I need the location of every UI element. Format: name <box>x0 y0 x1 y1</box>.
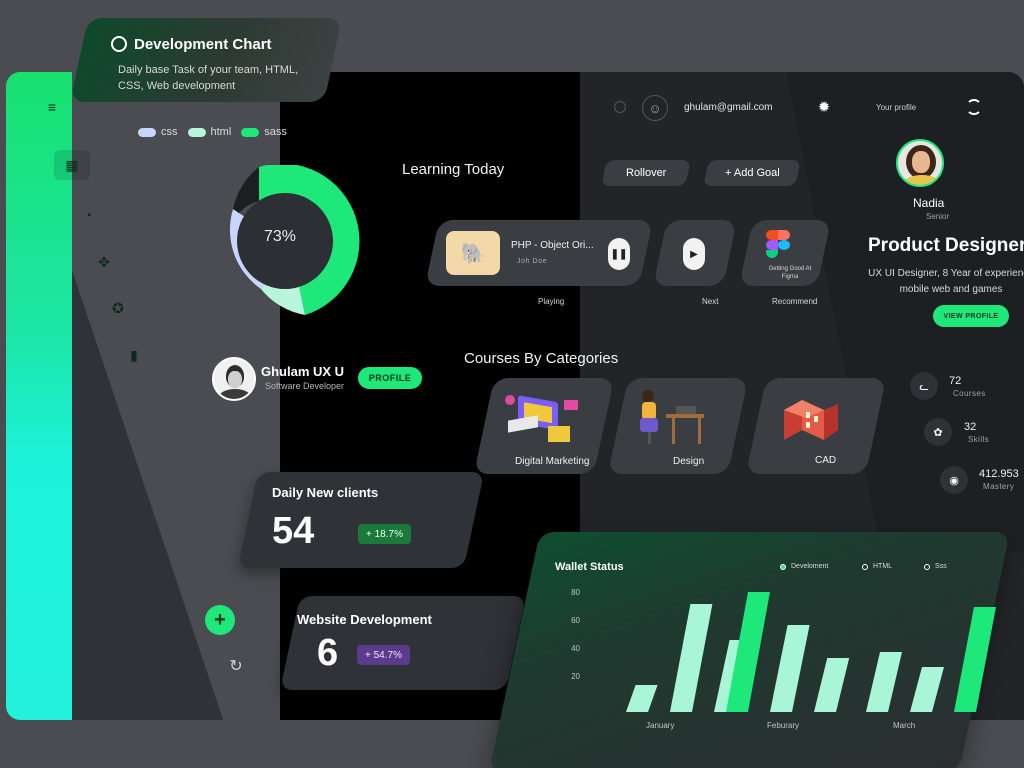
user-icon[interactable]: ☺ <box>642 95 668 121</box>
your-profile-title: Your profile <box>876 103 917 112</box>
pie-chart-icon[interactable]: ◔ <box>78 205 98 225</box>
learning-today-title: Learning Today <box>402 161 505 178</box>
current-course-author: Joh Doe <box>517 258 548 265</box>
award-icon[interactable]: ✪ <box>108 298 128 318</box>
category-label-design: Design <box>673 456 705 467</box>
mastery-icon: ◉ <box>940 466 968 494</box>
sidebar-dark-fold <box>72 270 224 720</box>
wallet-bar-january-1 <box>626 685 658 712</box>
dev-chart-title: Development Chart <box>134 36 272 53</box>
skills-icon: ✿ <box>924 418 952 446</box>
y-tick-20: 20 <box>571 672 580 681</box>
x-label-feburary: Feburary <box>767 721 800 730</box>
wallet-bar-feburary-2 <box>770 625 810 712</box>
website-dev-value: 6 <box>317 632 339 674</box>
legend-html: html <box>187 126 231 138</box>
current-course-title: PHP - Object Ori... <box>511 240 594 251</box>
nadia-avatar[interactable] <box>896 139 944 187</box>
legend-css: css <box>138 126 178 138</box>
daily-clients-title: Daily New clients <box>272 485 379 500</box>
caption-next: Next <box>702 297 719 306</box>
stat-mastery-label: Mastery <box>983 482 1015 491</box>
daily-clients-value: 54 <box>272 510 315 552</box>
recommend-title: Getting Good At Figma <box>768 266 812 280</box>
donut-percent: 73% <box>263 228 297 245</box>
y-tick-80: 80 <box>571 588 580 597</box>
wallet-legend-develoment: Develoment <box>780 563 828 570</box>
x-label-march: March <box>893 721 916 730</box>
right-profile-name: Nadia <box>913 196 945 210</box>
stat-skills-label: Skills <box>968 435 990 444</box>
pause-button[interactable]: ❚❚ <box>608 238 630 270</box>
website-dev-badge: + 54.7% <box>357 645 410 665</box>
stat-courses-value: 72 <box>949 375 962 387</box>
avatar[interactable] <box>212 357 256 401</box>
caption-recommend: Recommend <box>772 297 818 306</box>
category-label-cad: CAD <box>815 455 837 466</box>
settings-gear-icon[interactable]: ✹ <box>816 99 832 116</box>
cat-icon: ᓚ <box>910 372 938 400</box>
dev-chart-legend: css html sass <box>138 126 287 138</box>
figma-icon <box>766 230 798 258</box>
courses-title: Courses By Categories <box>464 350 619 367</box>
profile-name: Ghulam UX UI <box>261 364 345 379</box>
right-profile-level: Senior <box>926 212 950 221</box>
search-icon[interactable] <box>614 101 626 113</box>
x-label-january: January <box>646 721 675 730</box>
wallet-bar-chart <box>626 592 996 712</box>
wallet-bar-january-2 <box>670 604 713 712</box>
dev-chart-subtitle: Daily base Task of your team, HTML, CSS,… <box>118 64 299 92</box>
daily-clients-badge: + 18.7% <box>358 524 411 544</box>
user-email[interactable]: ghulam@gmail.com <box>684 102 773 113</box>
digital-marketing-illustration <box>505 395 578 442</box>
wallet-legend-sss: Sss <box>924 563 947 570</box>
wallet-legend-html: HTML <box>862 563 892 570</box>
legend-sass: sass <box>241 126 287 138</box>
apps-icon[interactable]: ✥ <box>94 252 114 272</box>
caption-playing: Playing <box>538 297 565 306</box>
y-tick-40: 40 <box>571 644 580 653</box>
wallet-bar-march-1 <box>866 652 902 712</box>
add-goal-button[interactable]: + Add Goal <box>703 160 801 186</box>
website-dev-title: Website Development <box>297 612 432 627</box>
loading-icon[interactable] <box>966 99 982 115</box>
wallet-bar-feburary-3 <box>814 658 850 712</box>
dashboard-icon[interactable]: ▦ <box>62 155 82 175</box>
profile-role: Software Developer <box>265 381 345 391</box>
chart-icon <box>111 36 127 52</box>
elephant-icon: 🐘 <box>446 231 500 275</box>
dashboard-stage: ≡ ▦ ◔ ✥ ✪ ▮ + ↻ Development Chart Daily … <box>0 0 1024 768</box>
stat-courses-label: Courses <box>953 389 986 398</box>
category-label-digital-marketing: Digital Marketing <box>515 456 590 467</box>
play-button[interactable]: ▶ <box>683 238 705 270</box>
wallet-bar-march-3 <box>954 607 996 712</box>
rollover-button[interactable]: Rollover <box>601 160 691 186</box>
wallet-bar-march-2 <box>910 667 944 712</box>
add-button[interactable]: + <box>205 605 235 635</box>
view-profile-button[interactable]: VIEW PROFILE <box>933 305 1009 327</box>
cad-building-illustration <box>784 400 838 440</box>
wallet-title: Wallet Status <box>555 561 624 573</box>
menu-icon[interactable]: ≡ <box>42 97 62 117</box>
right-profile-role: Product Designer <box>868 235 1024 256</box>
profile-button[interactable]: PROFILE <box>358 367 422 389</box>
y-tick-60: 60 <box>571 616 580 625</box>
book-icon[interactable]: ▮ <box>124 345 144 365</box>
design-illustration <box>640 390 704 444</box>
stat-mastery-value: 412.953 <box>979 468 1019 480</box>
stat-skills-value: 32 <box>964 421 977 433</box>
right-profile-description: UX UI Designer, 8 Year of experience mob… <box>868 268 1024 295</box>
refresh-icon[interactable]: ↻ <box>226 656 246 676</box>
